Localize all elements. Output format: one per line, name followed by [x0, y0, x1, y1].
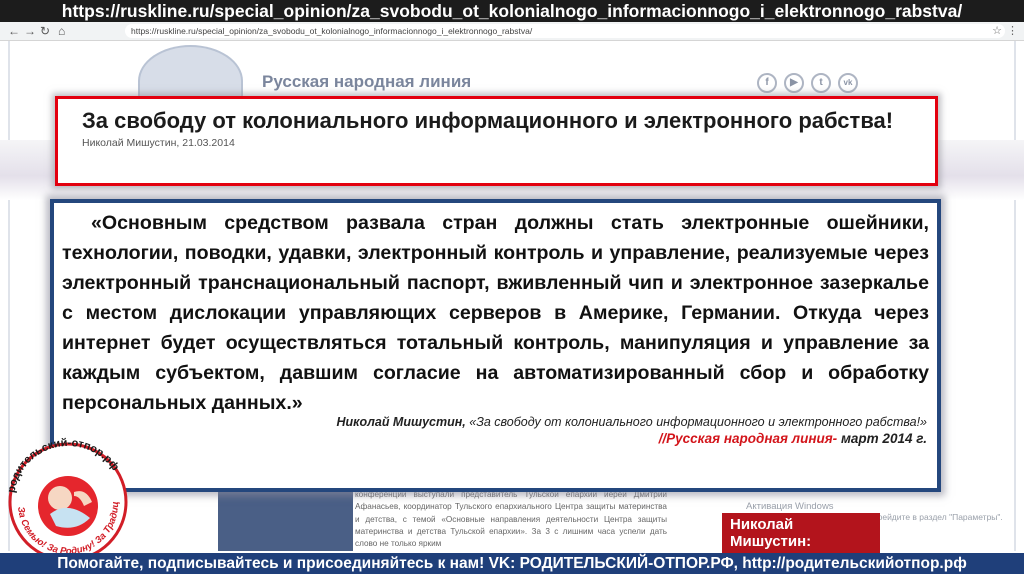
article-photo — [218, 488, 353, 551]
reload-icon[interactable]: ↻ — [40, 24, 50, 38]
quote-author: Николай Мишустин, — [336, 415, 466, 429]
address-bar[interactable]: https://ruskline.ru/special_opinion/za_s… — [125, 24, 1005, 38]
home-icon[interactable]: ⌂ — [58, 24, 65, 38]
vk-icon[interactable]: vk — [838, 73, 858, 93]
menu-icon[interactable]: ⋮ — [1007, 24, 1018, 37]
twitter-icon[interactable]: t — [811, 73, 831, 93]
quote-work: «За свободу от колониального информацион… — [469, 415, 927, 429]
article-snippet: конференции выступали представитель Туль… — [355, 490, 667, 549]
url-banner: https://ruskline.ru/special_opinion/za_s… — [0, 0, 1024, 22]
youtube-icon[interactable]: ▶ — [784, 73, 804, 93]
arrow-right-icon[interactable]: → — [24, 24, 36, 38]
arrow-left-icon[interactable]: ← — [8, 24, 20, 38]
title-box: За свободу от колониального информационн… — [55, 96, 938, 186]
quote-date: март 2014 г. — [837, 431, 927, 446]
article-title: За свободу от колониального информационн… — [82, 108, 894, 133]
quote-text: «Основным средством развала стран должны… — [62, 212, 929, 414]
quote-source: //Русская народная линия- март 2014 г. — [62, 430, 929, 447]
facebook-icon[interactable]: f — [757, 73, 777, 93]
author-box: Николай Мишустин: — [722, 513, 880, 553]
star-icon[interactable]: ☆ — [992, 24, 1002, 37]
bottom-banner: Помогайте, подписывайтесь и присоединяйт… — [0, 553, 1024, 574]
article-byline: Николай Мишустин, 21.03.2014 — [82, 137, 235, 149]
quote-box: «Основным средством развала стран должны… — [50, 199, 941, 492]
site-name[interactable]: Русская народная линия — [262, 72, 471, 92]
browser-toolbar: ← → ↻ ⌂ https://ruskline.ru/special_opin… — [0, 22, 1024, 41]
rodotpor-logo-icon: родительский-отпор.рф За Семью! За Родин… — [0, 422, 128, 560]
quote-source-name: //Русская народная линия- — [658, 431, 838, 446]
